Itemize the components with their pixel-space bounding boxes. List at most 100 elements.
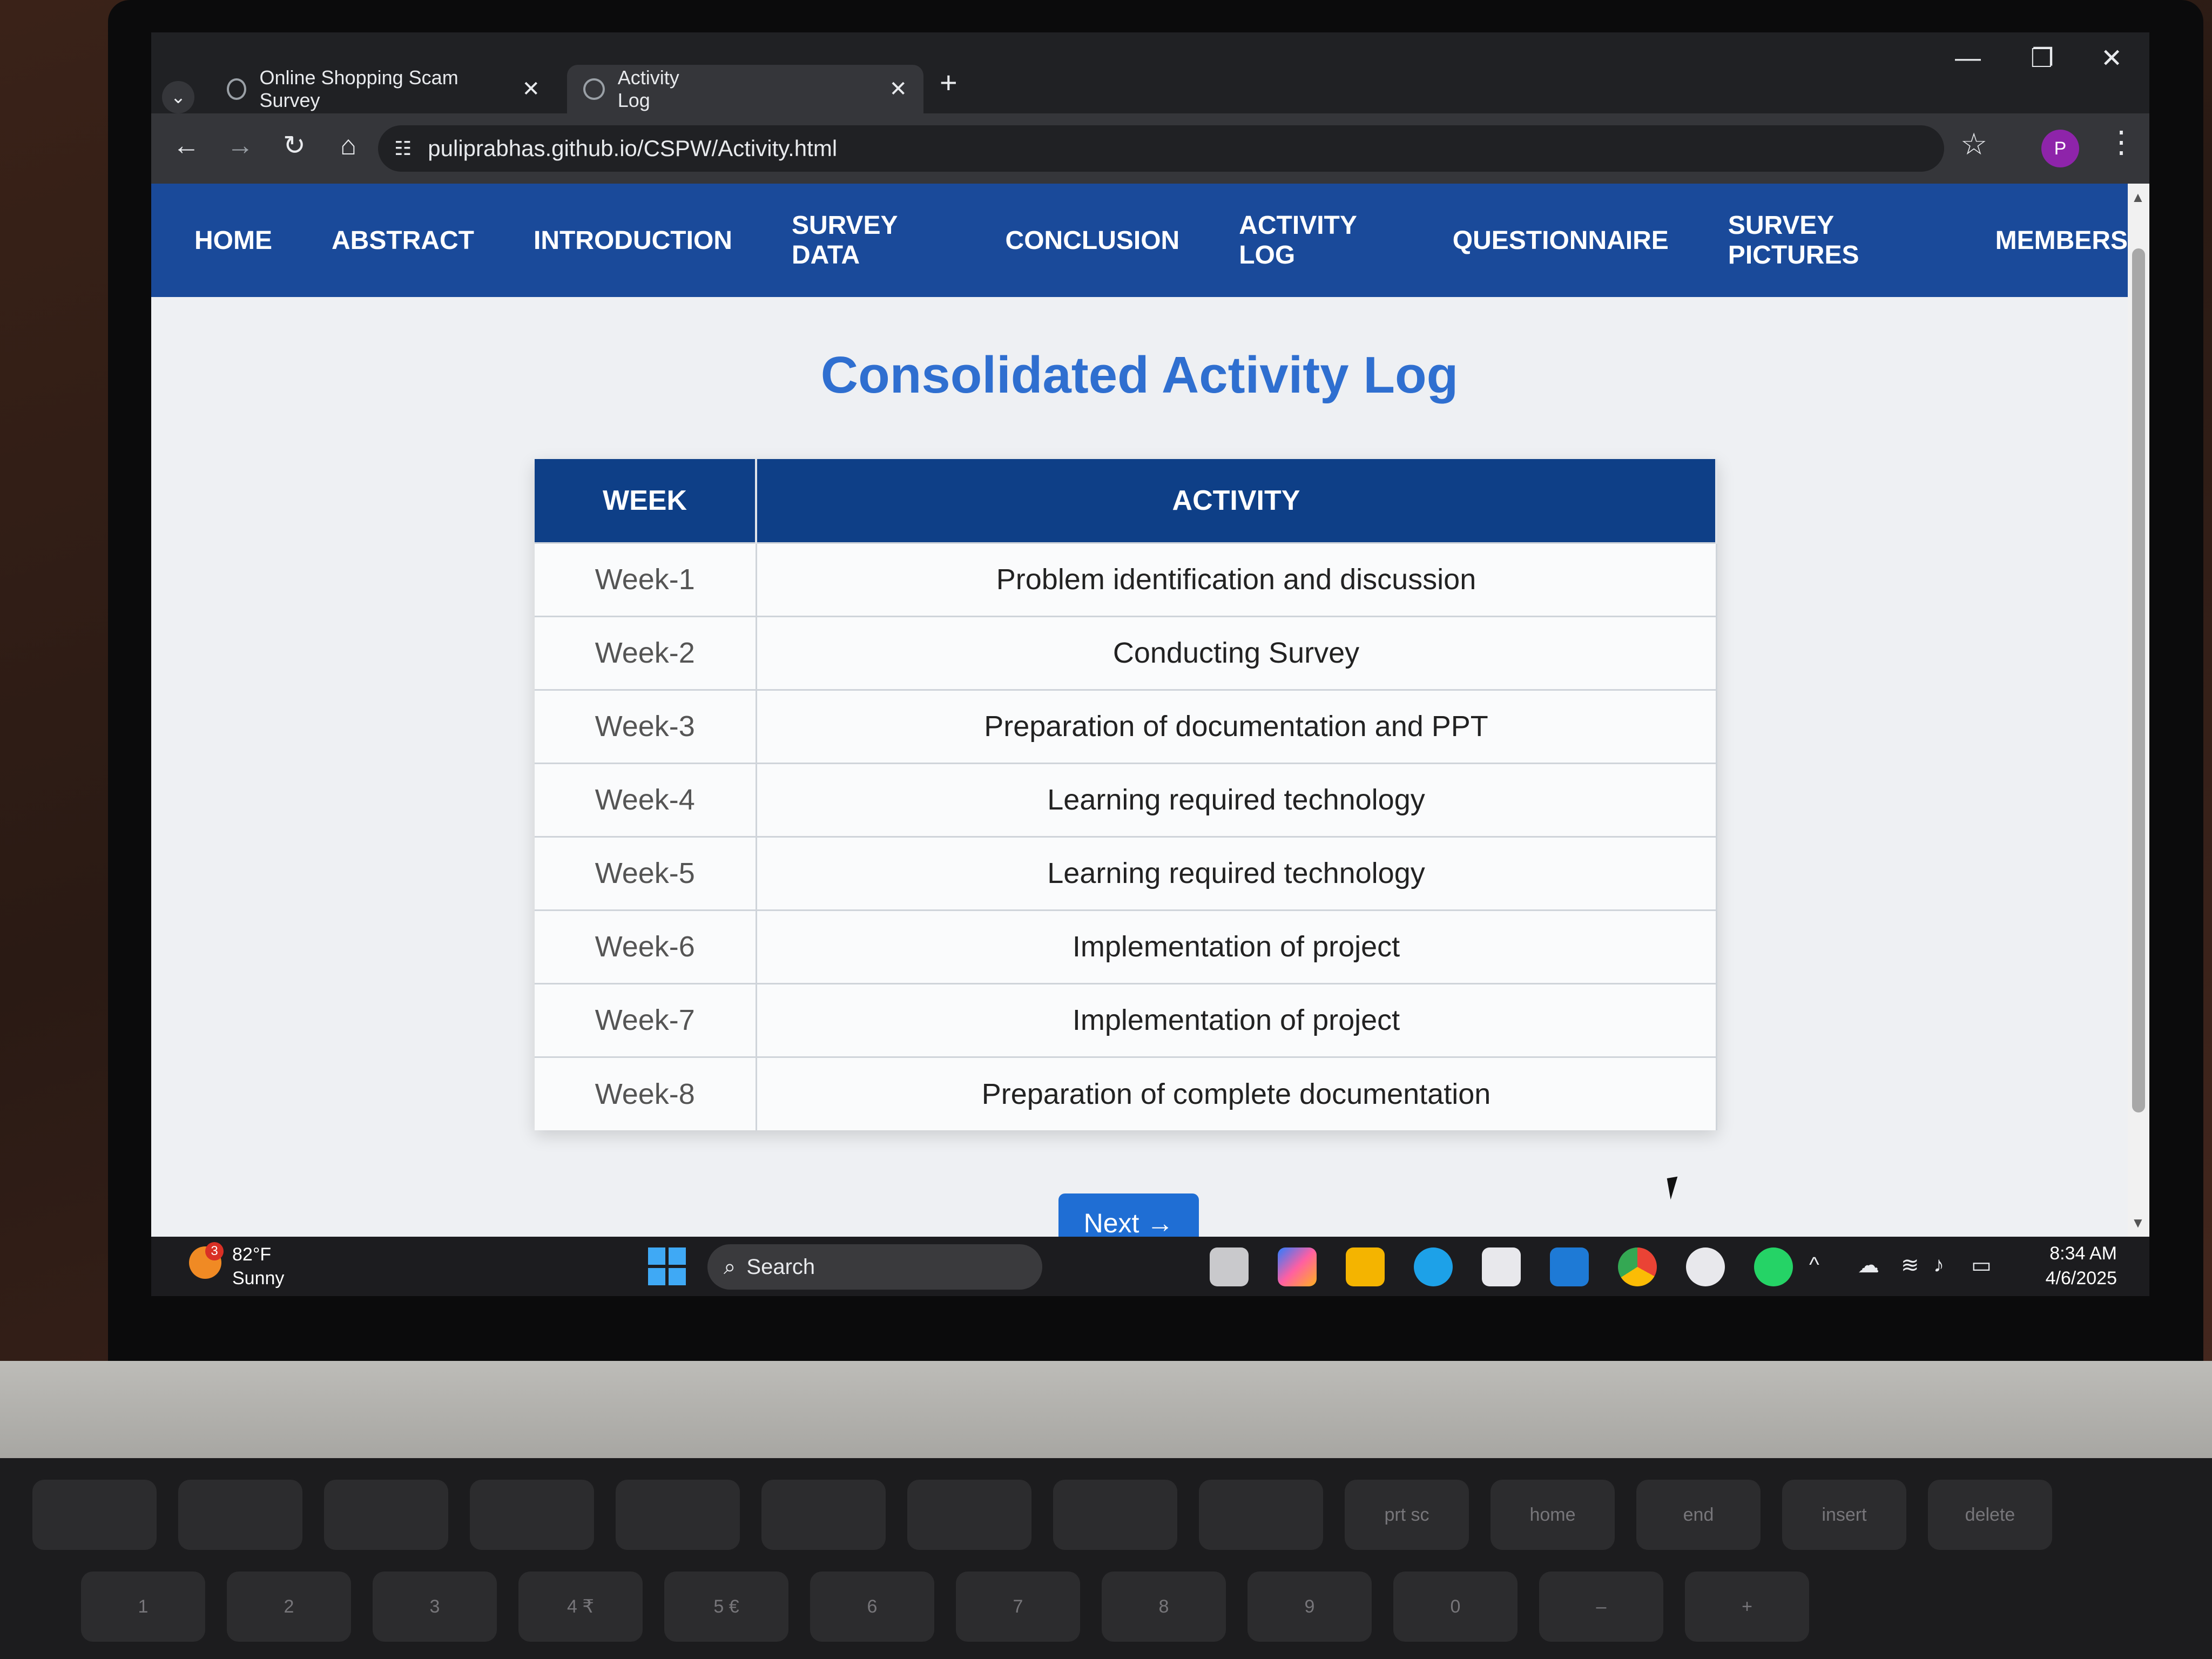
tab-online-shopping-scam-survey[interactable]: Online Shopping Scam Survey ✕ (211, 65, 556, 113)
activity-cell: Problem identification and discussion (756, 542, 1717, 616)
nav-questionnaire[interactable]: QUESTIONNAIRE (1453, 226, 1669, 255)
wifi-icon[interactable]: ≋ (1901, 1253, 1919, 1278)
restore-icon[interactable]: ❐ (2031, 43, 2054, 73)
week-cell: Week-2 (535, 615, 757, 690)
search-icon: ⌕ (724, 1255, 736, 1279)
key (178, 1480, 302, 1550)
mouse-cursor-icon (1667, 1176, 1682, 1200)
tab-label: Online Shopping Scam Survey (259, 66, 458, 111)
profile-avatar[interactable]: P (2041, 130, 2079, 167)
site-navbar: HOME ABSTRACT INTRODUCTION SURVEY DATA C… (151, 184, 2128, 297)
activity-cell: Preparation of complete documentation (756, 1056, 1717, 1130)
nav-survey-data[interactable]: SURVEY DATA (792, 211, 946, 270)
table-row: Week-5 Learning required technology (535, 835, 1717, 910)
scroll-thumb[interactable] (2132, 248, 2145, 1112)
table-row: Week-3 Preparation of documentation and … (535, 689, 1717, 763)
week-cell: Week-6 (535, 909, 757, 983)
weather-condition[interactable]: Sunny (232, 1268, 284, 1289)
key: 6 (810, 1572, 934, 1642)
page-content: HOME ABSTRACT INTRODUCTION SURVEY DATA C… (151, 184, 2128, 1253)
chrome-icon[interactable] (1618, 1247, 1657, 1286)
url-text: puliprabhas.github.io/CSPW/Activity.html (428, 136, 838, 161)
key (470, 1480, 594, 1550)
scroll-down-icon[interactable]: ▼ (2131, 1215, 2145, 1231)
clock-time[interactable]: 8:34 AM (2020, 1243, 2117, 1264)
key: 4 ₹ (518, 1572, 643, 1642)
key: insert (1782, 1480, 1906, 1550)
microsoft-store-icon[interactable] (1482, 1247, 1521, 1286)
reload-icon[interactable]: ↻ (275, 130, 313, 161)
key: 7 (956, 1572, 1080, 1642)
key: + (1685, 1572, 1809, 1642)
copilot-icon[interactable] (1278, 1247, 1317, 1286)
key: – (1539, 1572, 1663, 1642)
laptop-keyboard: prt sc home end insert delete 1 2 3 4 ₹ … (0, 1458, 2212, 1659)
nav-home[interactable]: HOME (194, 226, 272, 255)
edge-icon[interactable] (1414, 1247, 1453, 1286)
page-scrollbar[interactable]: ▲ ▼ (2128, 184, 2149, 1237)
task-view-icon[interactable] (1210, 1247, 1249, 1286)
onedrive-cloud-icon[interactable]: ☁ (1858, 1253, 1879, 1278)
volume-icon[interactable]: ♪ (1933, 1253, 1944, 1277)
show-hidden-icons-icon[interactable]: ^ (1809, 1253, 1819, 1277)
site-settings-icon[interactable]: ☷ (394, 137, 412, 160)
number-key-row: 1 2 3 4 ₹ 5 € 6 7 8 9 0 – + (81, 1572, 1809, 1642)
table-row: Week-6 Implementation of project (535, 909, 1717, 983)
nav-conclusion[interactable]: CONCLUSION (1006, 226, 1180, 255)
table-row: Week-1 Problem identification and discus… (535, 542, 1717, 616)
new-tab-icon[interactable]: + (940, 65, 957, 100)
nav-activity-log[interactable]: ACTIVITY LOG (1239, 211, 1393, 270)
clock-date[interactable]: 4/6/2025 (2020, 1268, 2117, 1289)
taskbar-search[interactable]: ⌕ Search (707, 1244, 1042, 1290)
menu-kebab-icon[interactable]: ⋮ (2106, 124, 2136, 160)
nav-survey-pictures[interactable]: SURVEY PICTURES (1728, 211, 1936, 270)
week-cell: Week-7 (535, 982, 757, 1057)
weather-badge: 3 (205, 1242, 224, 1260)
bookmark-star-icon[interactable]: ☆ (1960, 126, 1987, 162)
file-explorer-icon[interactable] (1346, 1247, 1385, 1286)
week-cell: Week-8 (535, 1056, 757, 1130)
nav-introduction[interactable]: INTRODUCTION (534, 226, 732, 255)
activity-cell: Learning required technology (756, 762, 1717, 837)
whatsapp-icon[interactable] (1754, 1247, 1793, 1286)
globe-icon (227, 78, 247, 100)
week-cell: Week-1 (535, 542, 757, 616)
nav-abstract[interactable]: ABSTRACT (332, 226, 474, 255)
table-row: Week-8 Preparation of complete documenta… (535, 1056, 1717, 1130)
tab-search-dropdown-icon[interactable]: ⌄ (162, 81, 194, 113)
page-title: Consolidated Activity Log (820, 346, 1459, 404)
battery-icon[interactable]: ▭ (1971, 1253, 1992, 1278)
tab-activity-log[interactable]: Activity Log ✕ (567, 65, 923, 113)
key (761, 1480, 886, 1550)
tab-label: Activity Log (617, 66, 679, 111)
key: prt sc (1345, 1480, 1469, 1550)
globe-icon (583, 78, 605, 100)
windows-start-icon[interactable] (648, 1247, 686, 1285)
close-window-icon[interactable]: ✕ (2101, 43, 2122, 73)
address-bar[interactable]: ☷ puliprabhas.github.io/CSPW/Activity.ht… (378, 125, 1944, 172)
key: 5 € (664, 1572, 788, 1642)
forward-icon[interactable]: → (221, 130, 259, 161)
search-placeholder: Search (746, 1255, 815, 1279)
minimize-icon[interactable]: — (1955, 43, 1981, 73)
key: 9 (1247, 1572, 1372, 1642)
close-tab-icon[interactable]: ✕ (522, 77, 540, 102)
weather-temperature[interactable]: 82°F (232, 1244, 271, 1265)
key: 1 (81, 1572, 205, 1642)
key: 2 (227, 1572, 351, 1642)
table-row: Week-2 Conducting Survey (535, 615, 1717, 690)
tab-strip: ⌄ Online Shopping Scam Survey ✕ Activity… (151, 32, 2149, 113)
week-cell: Week-4 (535, 762, 757, 837)
chatgpt-icon[interactable] (1686, 1247, 1725, 1286)
back-icon[interactable]: ← (167, 130, 205, 161)
browser-toolbar: ← → ↻ ⌂ ☷ puliprabhas.github.io/CSPW/Act… (151, 113, 2149, 184)
nav-members[interactable]: MEMBERS (1995, 226, 2128, 255)
column-header-week: WEEK (535, 459, 757, 543)
vscode-icon[interactable] (1550, 1247, 1589, 1286)
home-icon[interactable]: ⌂ (329, 130, 367, 161)
key: 0 (1393, 1572, 1518, 1642)
close-tab-icon[interactable]: ✕ (889, 77, 907, 102)
key (32, 1480, 157, 1550)
key: home (1491, 1480, 1615, 1550)
scroll-up-icon[interactable]: ▲ (2131, 189, 2145, 206)
